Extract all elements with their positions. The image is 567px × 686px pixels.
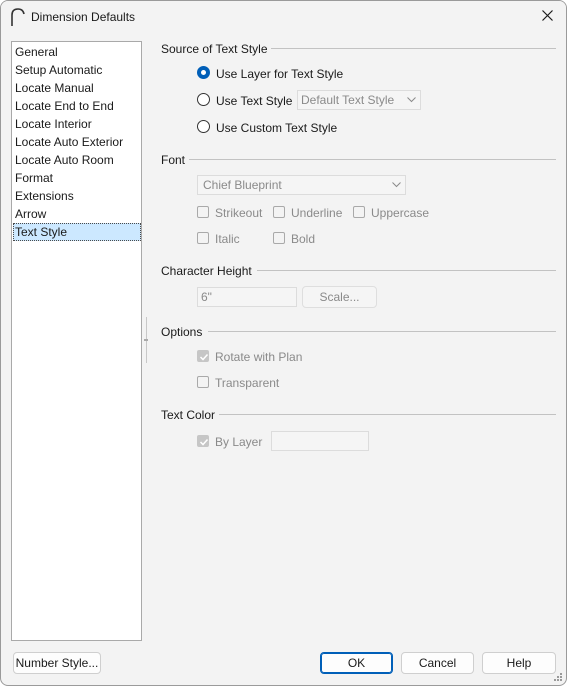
- uppercase-label: Uppercase: [371, 206, 430, 220]
- nav-item-locate-auto-exterior[interactable]: Locate Auto Exterior: [13, 133, 141, 151]
- font-group-title: Font: [161, 153, 186, 167]
- text-color-divider: [219, 414, 556, 415]
- window-title: Dimension Defaults: [31, 10, 136, 24]
- bold-checkbox[interactable]: [273, 232, 285, 244]
- character-height-group-title: Character Height: [161, 264, 252, 278]
- use-text-style-label[interactable]: Use Text Style: [216, 94, 292, 108]
- nav-item-format[interactable]: Format: [13, 169, 141, 187]
- cancel-button[interactable]: Cancel: [401, 652, 474, 674]
- source-group-title: Source of Text Style: [161, 42, 268, 56]
- app-arch-icon: [11, 8, 25, 26]
- options-divider: [208, 331, 556, 332]
- nav-item-general[interactable]: General: [13, 43, 141, 61]
- transparent-checkbox[interactable]: [197, 376, 209, 388]
- checkmark-icon: [199, 438, 209, 446]
- italic-label: Italic: [215, 232, 240, 246]
- ok-button[interactable]: OK: [320, 652, 393, 674]
- text-style-dropdown[interactable]: Default Text Style: [297, 90, 421, 110]
- by-layer-label: By Layer: [215, 435, 263, 449]
- chevron-down-icon: [407, 97, 416, 103]
- nav-item-locate-end-to-end[interactable]: Locate End to End: [13, 97, 141, 115]
- rotate-with-plan-checkbox[interactable]: [197, 350, 209, 362]
- nav-item-locate-auto-room[interactable]: Locate Auto Room: [13, 151, 141, 169]
- font-value: Chief Blueprint: [203, 178, 282, 192]
- use-text-style-radio[interactable]: [197, 93, 210, 106]
- checkmark-icon: [199, 353, 209, 361]
- underline-label: Underline: [291, 206, 343, 220]
- font-group-divider: [189, 159, 556, 160]
- strikeout-checkbox[interactable]: [197, 206, 209, 218]
- uppercase-checkbox[interactable]: [353, 206, 365, 218]
- transparent-label: Transparent: [215, 376, 280, 390]
- close-icon: [542, 10, 553, 21]
- rotate-with-plan-label: Rotate with Plan: [215, 350, 303, 364]
- italic-checkbox[interactable]: [197, 232, 209, 244]
- nav-item-locate-manual[interactable]: Locate Manual: [13, 79, 141, 97]
- nav-item-text-style[interactable]: Text Style: [13, 223, 141, 241]
- nav-item-extensions[interactable]: Extensions: [13, 187, 141, 205]
- scale-button[interactable]: Scale...: [302, 286, 377, 308]
- source-group-divider: [271, 48, 556, 49]
- use-layer-label[interactable]: Use Layer for Text Style: [216, 67, 343, 81]
- nav-item-setup-automatic[interactable]: Setup Automatic: [13, 61, 141, 79]
- character-height-divider: [257, 270, 556, 271]
- bold-label: Bold: [291, 232, 316, 246]
- help-button[interactable]: Help: [482, 652, 556, 674]
- category-list[interactable]: General Setup Automatic Locate Manual Lo…: [11, 41, 142, 641]
- font-dropdown[interactable]: Chief Blueprint: [197, 175, 406, 195]
- options-group-title: Options: [161, 325, 203, 339]
- by-layer-checkbox[interactable]: [197, 435, 209, 447]
- nav-item-arrow[interactable]: Arrow: [13, 205, 141, 223]
- title-bar: Dimension Defaults: [1, 1, 566, 32]
- strikeout-label: Strikeout: [215, 206, 263, 220]
- splitter-grip: [144, 339, 148, 341]
- close-button[interactable]: [534, 3, 562, 29]
- text-color-swatch[interactable]: [271, 431, 369, 451]
- text-style-value: Default Text Style: [301, 93, 395, 107]
- chevron-down-icon: [392, 182, 401, 188]
- number-style-button[interactable]: Number Style...: [13, 652, 101, 674]
- use-custom-label[interactable]: Use Custom Text Style: [216, 121, 337, 135]
- text-color-group-title: Text Color: [161, 408, 216, 422]
- resize-grip-icon[interactable]: [553, 672, 563, 682]
- dialog-window: Dimension Defaults General Setup Automat…: [0, 0, 567, 686]
- character-height-input[interactable]: 6": [197, 287, 297, 307]
- nav-item-locate-interior[interactable]: Locate Interior: [13, 115, 141, 133]
- use-custom-radio[interactable]: [197, 120, 210, 133]
- use-layer-radio[interactable]: [197, 66, 210, 79]
- underline-checkbox[interactable]: [273, 206, 285, 218]
